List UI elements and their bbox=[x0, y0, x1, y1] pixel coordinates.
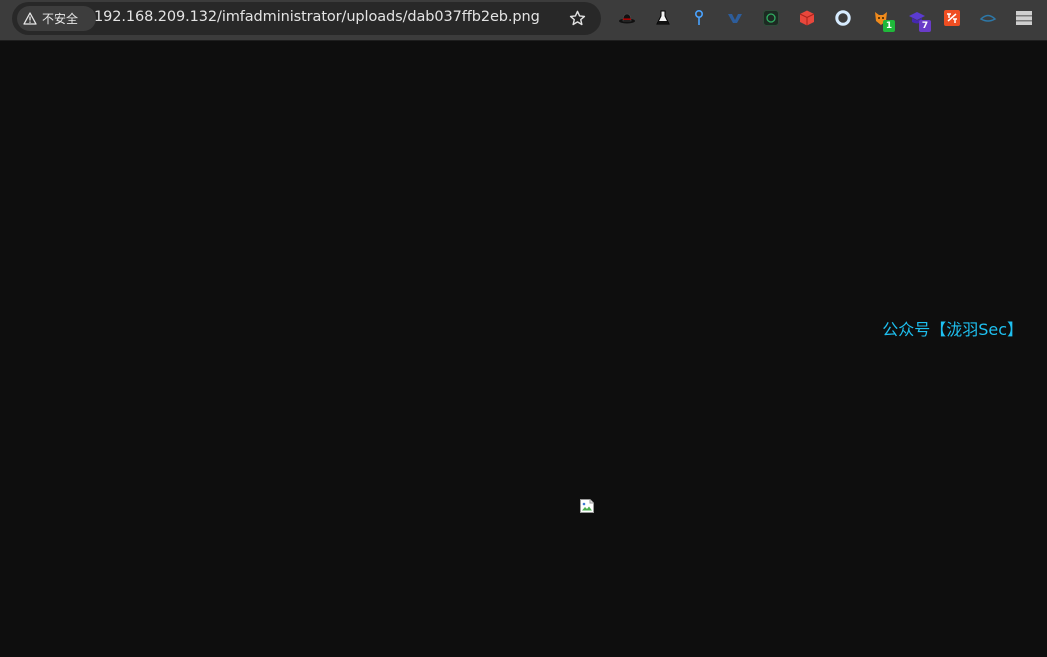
package-icon[interactable] bbox=[798, 9, 816, 27]
page-viewport: 公众号【泷羽Sec】 bbox=[0, 41, 1047, 657]
menu-icon[interactable] bbox=[1015, 9, 1033, 27]
bookmark-star-icon[interactable] bbox=[568, 9, 587, 28]
browser-toolbar: 不安全 192.168.209.132/imfadministrator/upl… bbox=[0, 0, 1047, 41]
ring-icon[interactable] bbox=[834, 9, 852, 27]
eye-icon[interactable] bbox=[979, 9, 997, 27]
fox-icon[interactable]: 1 bbox=[872, 9, 895, 32]
cap-icon[interactable]: 7 bbox=[908, 9, 931, 32]
pin-icon[interactable] bbox=[690, 9, 708, 27]
security-label: 不安全 bbox=[42, 12, 79, 26]
hackbar-icon[interactable] bbox=[762, 9, 780, 27]
warning-icon bbox=[23, 12, 37, 25]
watermark-text: 公众号【泷羽Sec】 bbox=[882, 320, 1023, 339]
address-bar[interactable]: 不安全 192.168.209.132/imfadministrator/upl… bbox=[12, 2, 601, 35]
wappalyzer-icon[interactable] bbox=[726, 9, 744, 27]
cap-badge: 7 bbox=[919, 20, 931, 32]
security-indicator[interactable]: 不安全 bbox=[17, 6, 96, 31]
flask-icon[interactable] bbox=[654, 9, 672, 27]
fox-badge: 1 bbox=[883, 20, 895, 32]
broken-image-icon bbox=[580, 499, 594, 513]
translate-icon[interactable] bbox=[943, 9, 961, 27]
hat-icon[interactable] bbox=[618, 9, 636, 27]
url-text[interactable]: 192.168.209.132/imfadministrator/uploads… bbox=[94, 9, 540, 25]
